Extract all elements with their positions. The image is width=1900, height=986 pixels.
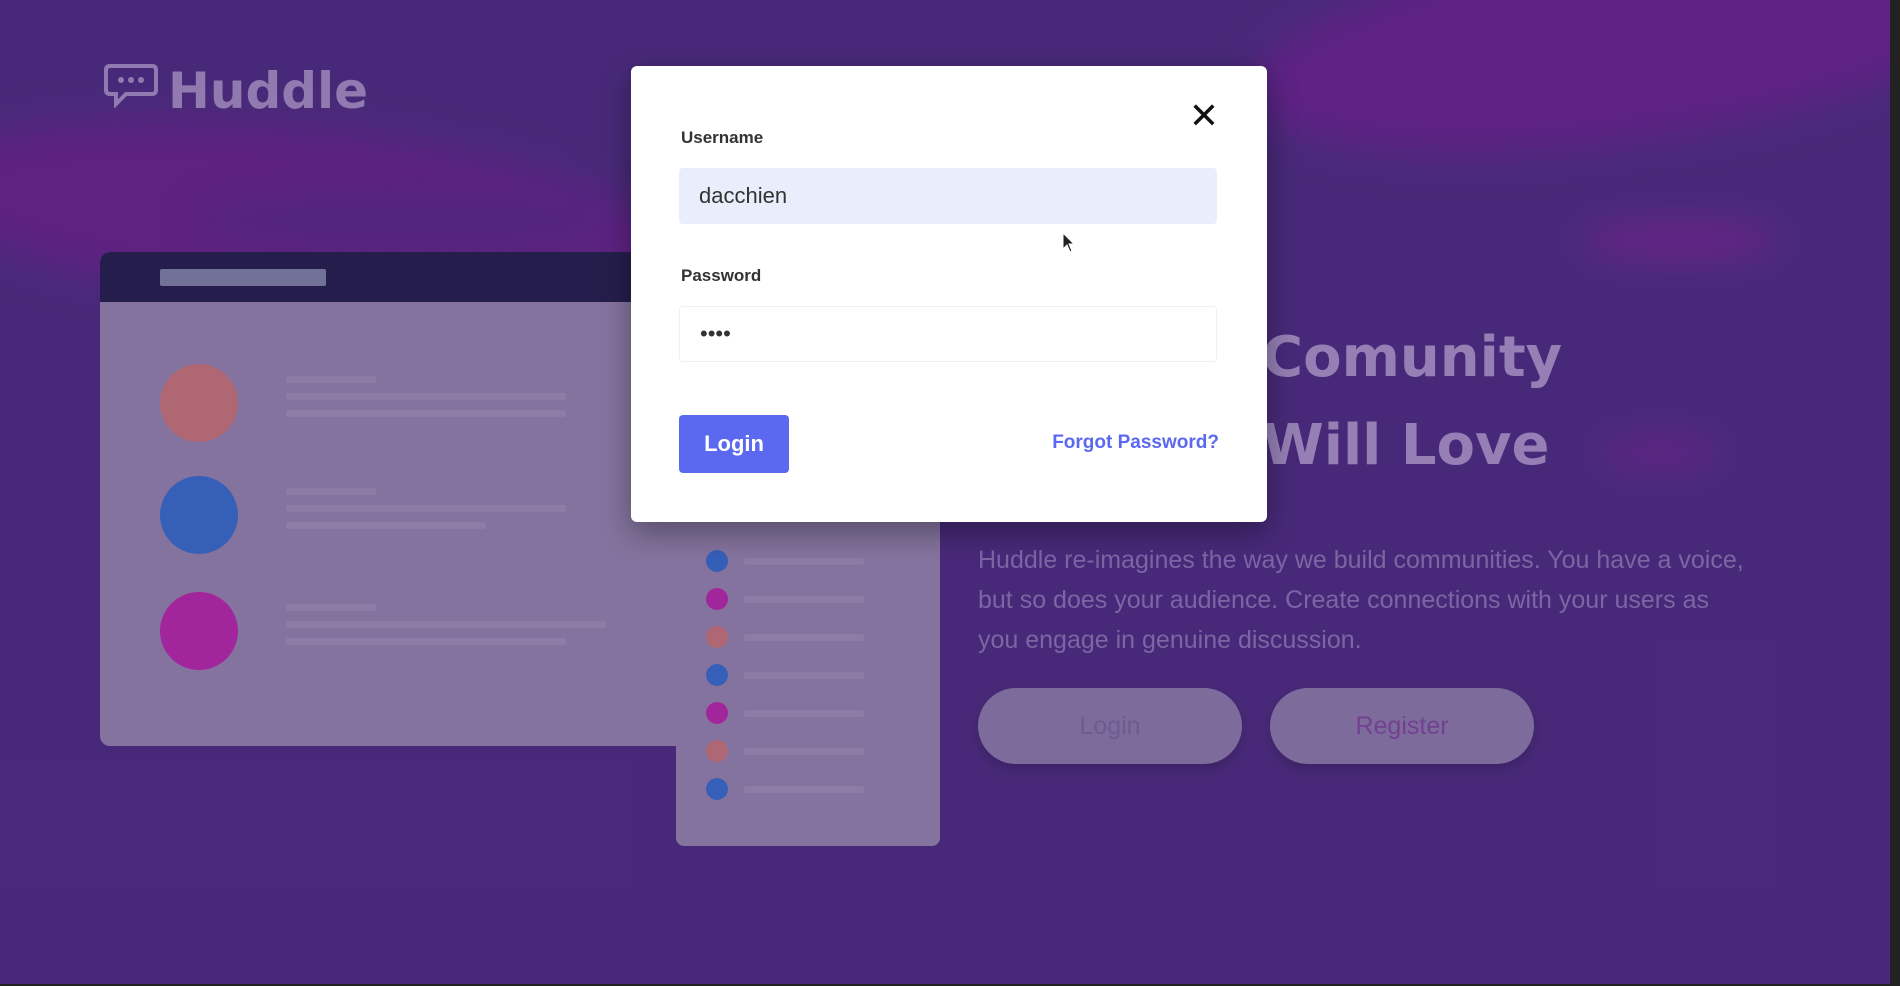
- password-label: Password: [681, 266, 762, 285]
- login-modal: ✕ Username Password Login Forgot Passwor…: [631, 66, 1267, 522]
- login-button[interactable]: Login: [679, 415, 789, 473]
- username-field[interactable]: [679, 168, 1217, 224]
- mouse-cursor-icon: [1062, 232, 1076, 253]
- landing-page: Huddle Comunity Will Love Huddle re-imag…: [0, 0, 1890, 984]
- username-label: Username: [681, 128, 764, 147]
- close-icon[interactable]: ✕: [1189, 96, 1219, 137]
- forgot-password-link[interactable]: Forgot Password?: [1052, 432, 1219, 454]
- password-field[interactable]: [679, 306, 1217, 362]
